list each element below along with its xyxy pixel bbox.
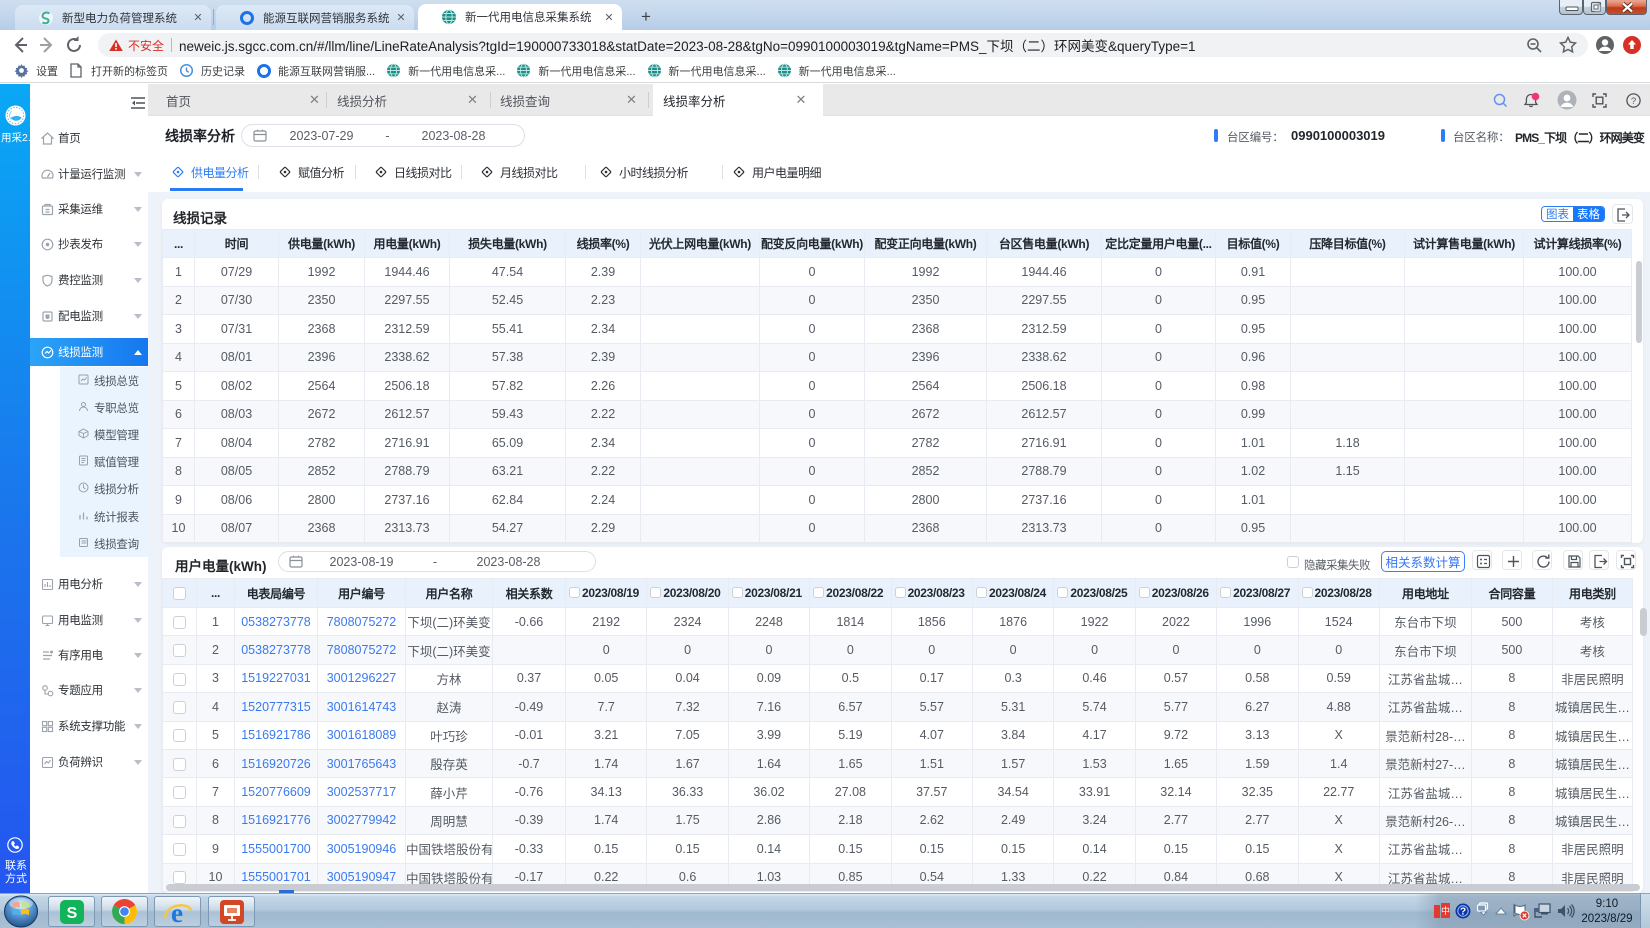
svg-text:S: S — [66, 905, 77, 922]
svg-text:?: ? — [1460, 907, 1466, 918]
svg-text:e: e — [171, 898, 183, 926]
svg-text:?: ? — [1631, 96, 1636, 107]
svg-text:中: 中 — [1441, 905, 1450, 916]
